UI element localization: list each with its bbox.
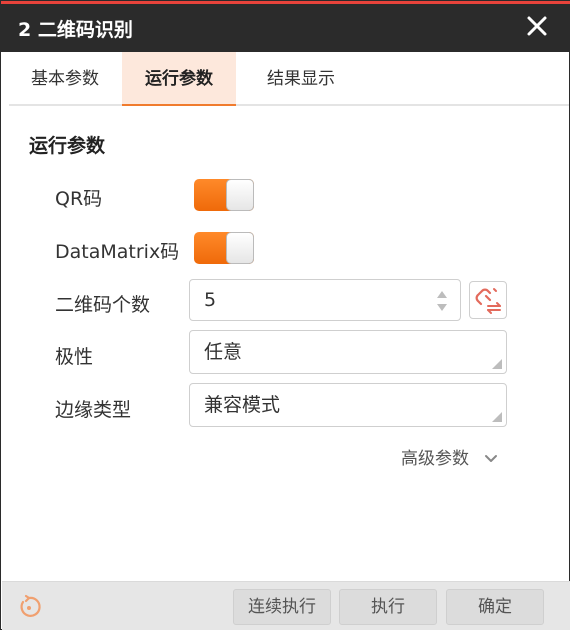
titlebar: 2 二维码识别: [1, 4, 570, 52]
datamatrix-label: DataMatrix码: [55, 241, 180, 263]
execute-button[interactable]: 执行: [339, 589, 437, 625]
tab-basic-params[interactable]: 基本参数: [9, 52, 121, 106]
edge-type-select[interactable]: 兼容模式: [189, 383, 507, 427]
code-count-label: 二维码个数: [55, 294, 151, 316]
dropdown-corner-icon: [492, 359, 502, 369]
dropdown-corner-icon: [492, 412, 502, 422]
tab-result-display[interactable]: 结果显示: [245, 52, 357, 106]
tab-label: 结果显示: [267, 69, 335, 89]
dialog: 2 二维码识别 基本参数 运行参数 结果显示 运行参数 QR码 DataMatr…: [0, 0, 570, 630]
datamatrix-toggle[interactable]: [194, 232, 254, 264]
window-title: 2 二维码识别: [18, 19, 133, 41]
qr-label: QR码: [55, 188, 103, 210]
toggle-knob: [226, 179, 254, 211]
spinner-arrows-icon[interactable]: [436, 289, 448, 313]
section-title: 运行参数: [29, 135, 106, 157]
qr-toggle[interactable]: [194, 179, 254, 211]
advanced-params-toggle[interactable]: 高级参数: [401, 444, 498, 469]
toggle-knob: [226, 232, 254, 264]
tab-label: 基本参数: [31, 69, 99, 89]
polarity-label: 极性: [55, 346, 94, 368]
tab-run-params[interactable]: 运行参数: [122, 52, 236, 106]
confirm-button[interactable]: 确定: [446, 589, 544, 625]
code-count-input[interactable]: 5: [189, 279, 461, 321]
link-icon: [475, 288, 501, 314]
edge-type-label: 边缘类型: [55, 399, 132, 421]
polarity-select[interactable]: 任意: [189, 330, 507, 374]
close-icon[interactable]: [525, 14, 549, 38]
advanced-params-label: 高级参数: [401, 449, 469, 469]
polarity-value: 任意: [204, 341, 243, 363]
continuous-run-button[interactable]: 连续执行: [233, 589, 331, 625]
refresh-icon[interactable]: [16, 594, 42, 620]
chevron-down-icon: [485, 455, 498, 462]
tab-label: 运行参数: [145, 69, 213, 89]
tab-bar: 基本参数 运行参数 结果显示: [9, 52, 569, 106]
code-count-value: 5: [204, 289, 217, 311]
edge-type-value: 兼容模式: [204, 394, 281, 416]
bind-link-button[interactable]: [469, 281, 507, 319]
footer-bar: 连续执行 执行 确定: [2, 581, 570, 630]
